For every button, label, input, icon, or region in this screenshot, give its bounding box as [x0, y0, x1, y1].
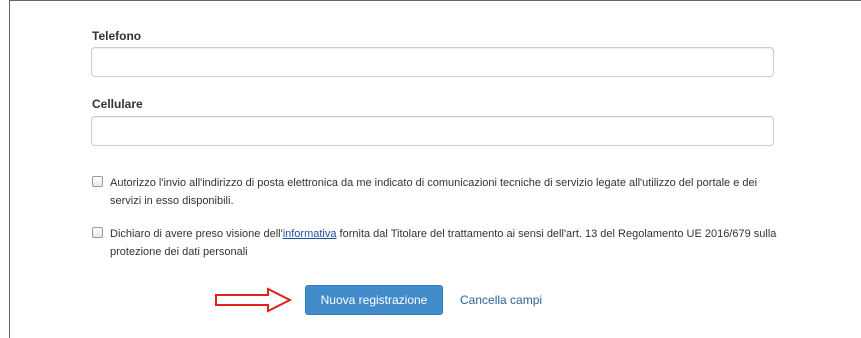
telefono-label: Telefono — [92, 29, 142, 43]
informativa-link[interactable]: informativa — [283, 228, 337, 240]
cancella-campi-button[interactable]: Cancella campi — [460, 285, 542, 315]
telefono-input[interactable] — [91, 47, 774, 77]
nuova-registrazione-button[interactable]: Nuova registrazione — [305, 285, 443, 315]
consent-comunicazioni-checkbox[interactable] — [92, 176, 103, 187]
consent-privacy-text: Dichiaro di avere preso visione dell'inf… — [110, 225, 790, 261]
consent-privacy-checkbox[interactable] — [92, 227, 103, 238]
cellulare-label: Cellulare — [92, 97, 143, 111]
cellulare-input[interactable] — [91, 116, 774, 146]
red-arrow-icon — [215, 287, 292, 313]
consent-comunicazioni-text: Autorizzo l'invio all'indirizzo di posta… — [110, 177, 758, 207]
consent-privacy-text-before: Dichiaro di avere preso visione dell' — [110, 228, 283, 240]
